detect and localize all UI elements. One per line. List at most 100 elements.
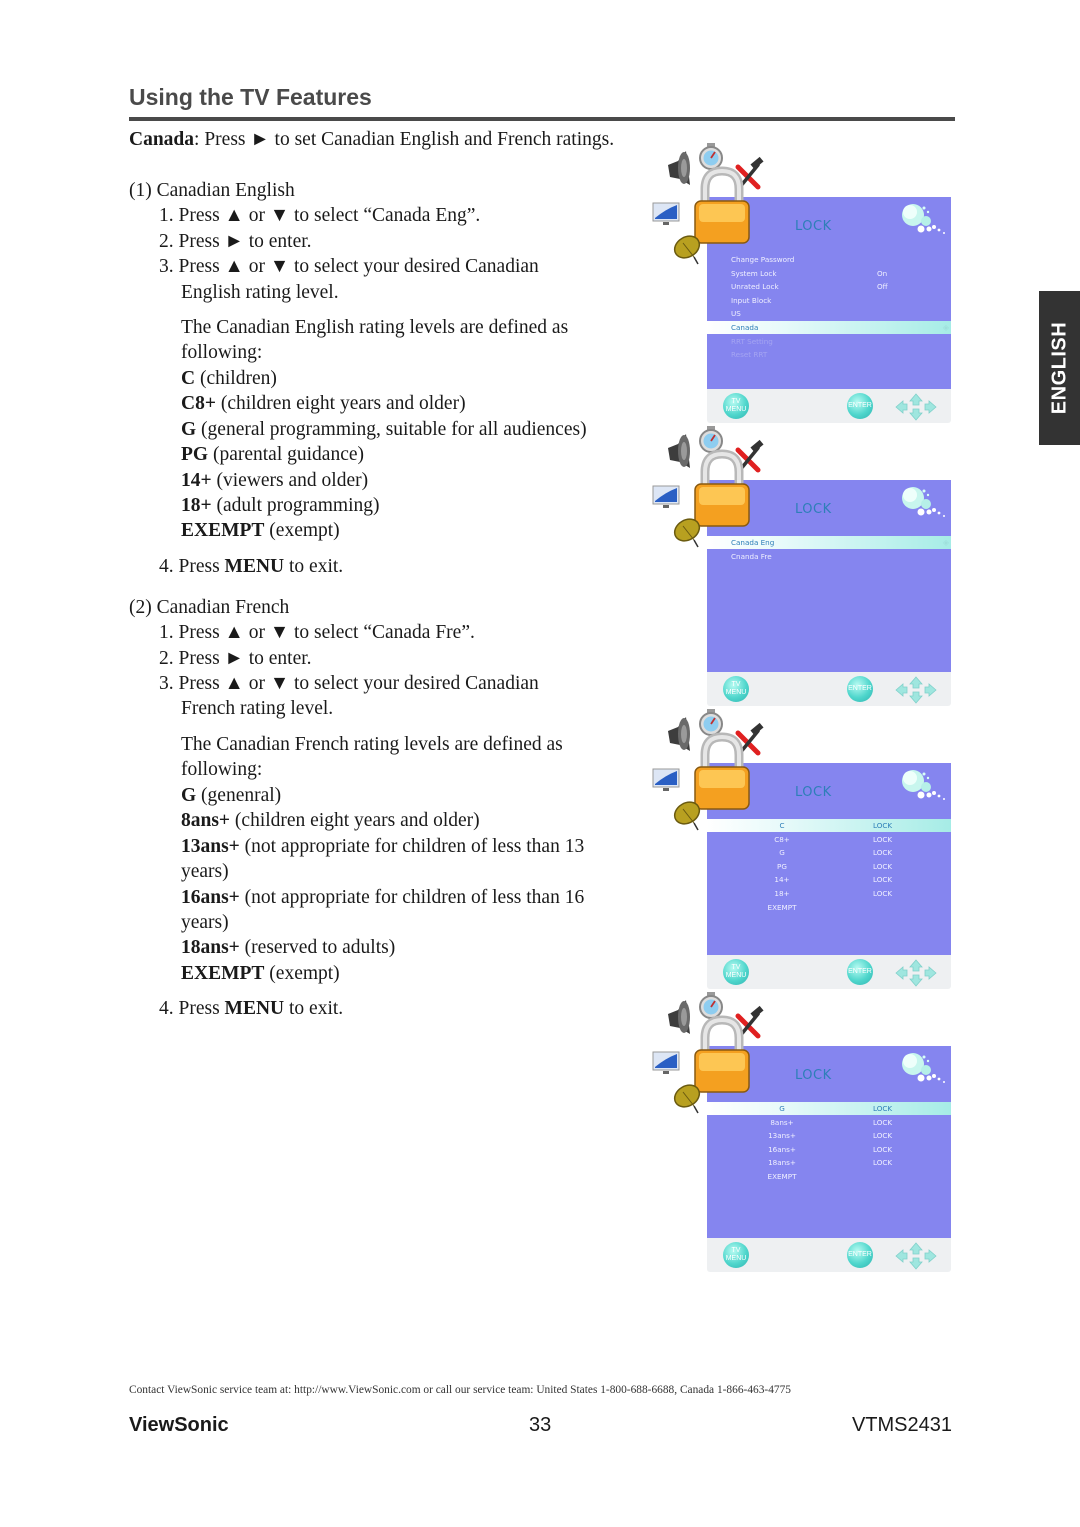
stopwatch-icon[interactable]	[699, 709, 723, 736]
stopwatch-icon[interactable]	[699, 992, 723, 1019]
exit-post: to exit.	[284, 998, 344, 1019]
tv-lock-menu-screen: LOCK G LOCK 8ans+ LOCK 13ans+ LOCK 16ans+ LOCK 1…	[650, 992, 955, 1272]
osd-menu-item[interactable]: EXEMPT	[707, 901, 951, 914]
enter-button[interactable]: ENTER	[847, 1242, 873, 1268]
menu-category-icons	[650, 709, 790, 839]
stopwatch-icon[interactable]	[699, 143, 723, 170]
exit-pre: 4. Press	[159, 556, 225, 577]
menu-category-icons	[650, 992, 790, 1122]
stopwatch-icon[interactable]	[699, 426, 723, 453]
rating-description: (children eight years and older)	[230, 810, 480, 832]
monitor-icon[interactable]	[652, 768, 680, 791]
eng-rating-item: 14+ (viewers and older)	[181, 468, 368, 493]
navigation-arrows-icon	[895, 393, 937, 421]
osd-menu-item[interactable]: G LOCK	[707, 846, 951, 859]
enter-button[interactable]: ENTER	[847, 393, 873, 419]
padlock-icon[interactable]	[694, 166, 750, 244]
osd-menu-item[interactable]: Reset RRT	[707, 348, 951, 361]
rating-code: 8ans+	[181, 810, 231, 832]
osd-item-value: LOCK	[873, 861, 893, 871]
dpad-arrows[interactable]	[892, 676, 940, 704]
osd-item-label: 18+	[774, 889, 790, 898]
osd-menu-item[interactable]: 16ans+ LOCK	[707, 1143, 951, 1156]
osd-item-value: LOCK	[873, 821, 893, 830]
rating-code: 18+	[181, 495, 212, 516]
fre-rating-item: 18ans+ (reserved to adults)	[181, 935, 395, 960]
rating-description: (viewers and older)	[211, 469, 369, 491]
monitor-icon[interactable]	[652, 1051, 680, 1074]
eng-step-2: 2. Press ► to enter.	[159, 231, 312, 252]
osd-menu-item[interactable]: US	[707, 307, 951, 320]
rating-description: (adult programming)	[211, 495, 380, 516]
rating-code: PG	[181, 444, 209, 466]
monitor-icon[interactable]	[652, 202, 680, 225]
eng-rating-item: PG (parental guidance)	[181, 442, 364, 467]
bubbles-decoration	[899, 1052, 949, 1086]
tv-menu-button[interactable]: TV MENU	[723, 959, 749, 985]
padlock-icon[interactable]	[694, 1015, 750, 1093]
model-number: VTMS2431	[851, 1414, 952, 1436]
rating-code: 14+	[181, 469, 212, 491]
navigation-arrows-icon	[895, 959, 937, 987]
padlock-icon[interactable]	[694, 449, 750, 527]
speaker-icon[interactable]	[668, 717, 690, 751]
eng-rating-item: EXEMPT (exempt)	[181, 518, 340, 543]
tv-menu-button[interactable]: TV MENU	[723, 393, 749, 419]
osd-menu-item[interactable]: 13ans+ LOCK	[707, 1129, 951, 1142]
dpad-arrows[interactable]	[892, 959, 940, 987]
monitor-icon[interactable]	[652, 485, 680, 508]
osd-menu-item[interactable]: Unrated Lock Off	[707, 280, 951, 293]
speaker-icon[interactable]	[668, 434, 690, 468]
tv-lock-menu-screen: LOCK C LOCK C8+ LOCK G LOCK PG LOCK 14+ LOCK 18+ LO…	[650, 709, 955, 989]
dpad-arrows[interactable]	[892, 1242, 940, 1270]
dpad-arrows[interactable]	[892, 393, 940, 421]
rating-code: EXEMPT	[181, 962, 265, 984]
fre-rating-item: EXEMPT (exempt)	[181, 961, 340, 986]
tv-menu-button[interactable]: TV MENU	[723, 676, 749, 702]
eng-def-intro: The Canadian English rating levels are d…	[181, 317, 569, 338]
osd-menu-item[interactable]: PG LOCK	[707, 860, 951, 873]
osd-item-label: 16ans+	[768, 1144, 796, 1154]
bubbles-decoration	[899, 486, 949, 520]
padlock-icon[interactable]	[694, 732, 750, 810]
rating-code: G	[181, 785, 197, 806]
rating-description: (children)	[195, 368, 277, 389]
osd-item-value: LOCK	[873, 1117, 893, 1127]
language-tab-label: ENGLISH	[1048, 321, 1070, 415]
rating-code: 16ans+	[181, 886, 240, 908]
exit-pre: 4. Press	[159, 998, 225, 1019]
enter-button[interactable]: ENTER	[847, 676, 873, 702]
osd-menu-item[interactable]: EXEMPT	[707, 1170, 951, 1183]
osd-menu-item[interactable]: Canada ◈	[707, 321, 951, 334]
enter-button[interactable]: ENTER	[847, 959, 873, 985]
osd-item-label: RRT Setting	[731, 336, 773, 346]
osd-item-label: Canada	[731, 323, 759, 332]
osd-item-label: US	[731, 309, 741, 319]
osd-menu-item[interactable]: 18+ LOCK	[707, 887, 951, 900]
osd-menu-item[interactable]: 18ans+ LOCK	[707, 1156, 951, 1169]
osd-menu-item[interactable]: Input Block	[707, 294, 951, 307]
fre-rating-item: G (genenral)	[181, 783, 281, 808]
osd-menu-item[interactable]: 14+ LOCK	[707, 873, 951, 886]
osd-item-label: 14+	[774, 875, 790, 885]
decorative-bubbles-icon	[902, 770, 945, 800]
osd-item-value: LOCK	[873, 889, 893, 898]
fre-rating-item: 8ans+ (children eight years and older)	[181, 808, 480, 833]
osd-title: LOCK	[795, 1068, 832, 1083]
rating-description: years)	[181, 912, 229, 933]
osd-title: LOCK	[795, 785, 832, 800]
osd-item-label: Unrated Lock	[731, 282, 779, 292]
tv-lock-menu-screen: LOCK Change Password System Lock On Unrated…	[650, 143, 955, 423]
rating-description: (not appropriate for children of less th…	[239, 886, 585, 908]
speaker-icon[interactable]	[668, 1000, 690, 1034]
osd-item-value: LOCK	[873, 848, 893, 858]
osd-menu-item[interactable]: RRT Setting	[707, 335, 951, 348]
tv-menu-button[interactable]: TV MENU	[723, 1242, 749, 1268]
brand-name: ViewSonic	[129, 1414, 229, 1436]
intro-bold: Canada	[129, 129, 195, 150]
eng-exit-step: 4. Press MENU to exit.	[159, 554, 343, 579]
osd-item-value: On	[877, 268, 888, 278]
speaker-icon[interactable]	[668, 151, 690, 185]
osd-item-label: EXEMPT	[767, 902, 797, 912]
rating-code: C8+	[181, 393, 216, 415]
